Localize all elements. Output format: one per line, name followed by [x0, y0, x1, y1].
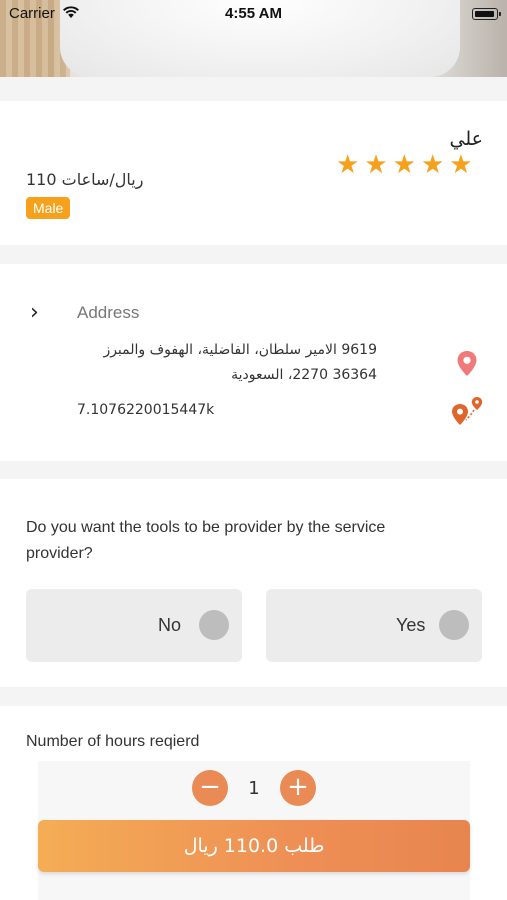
option-yes-button[interactable]: Yes: [266, 589, 482, 662]
clock: 4:55 AM: [225, 5, 282, 22]
star-icon: ★: [420, 150, 445, 180]
option-no-radio[interactable]: [199, 610, 229, 640]
order-button[interactable]: طلب 110.0 ريال: [38, 820, 470, 872]
rating-stars: ★ ★ ★ ★ ★: [336, 152, 473, 178]
address-title: Address: [77, 303, 140, 322]
address-line-2: 36364 2270، السعودية: [231, 367, 377, 383]
star-icon: ★: [392, 150, 416, 180]
provider-name: علي: [449, 128, 483, 150]
hours-label: Number of hours reqierd: [26, 733, 200, 750]
hours-value: 1: [248, 778, 260, 799]
distance-value: 7.1076220015447k: [77, 402, 215, 418]
route-pin-icon: [450, 396, 484, 432]
option-no-button[interactable]: No: [26, 589, 242, 662]
hourly-price: 110 ريال/ساعات: [26, 170, 144, 189]
star-icon: ★: [449, 150, 473, 180]
star-icon: ★: [364, 150, 388, 180]
option-yes-label: Yes: [396, 615, 426, 635]
option-yes-radio[interactable]: [439, 610, 469, 640]
address-line-1: 9619 الامير سلطان، الفاضلية، الهفوف والم…: [103, 342, 377, 358]
increment-button[interactable]: +: [280, 770, 316, 806]
star-icon: ★: [336, 150, 360, 180]
location-pin-icon: [456, 350, 478, 382]
address-card[interactable]: [0, 264, 507, 461]
status-bar: Carrier 4:55 AM: [0, 0, 507, 28]
tools-question: Do you want the tools to be provider by …: [26, 519, 386, 562]
decrement-button[interactable]: −: [192, 770, 228, 806]
gender-badge: Male: [26, 197, 71, 219]
chevron-right-icon[interactable]: ›: [30, 302, 39, 324]
option-no-label: No: [158, 615, 182, 635]
battery-icon: [472, 8, 501, 20]
